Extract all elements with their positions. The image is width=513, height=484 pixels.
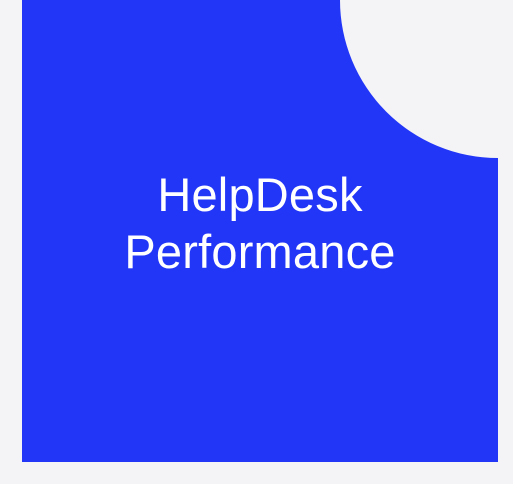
tile-title: HelpDesk Performance: [22, 166, 498, 280]
tile-title-line-2: Performance: [124, 225, 396, 278]
page: HelpDesk Performance: [0, 0, 513, 484]
tile-title-line-1: HelpDesk: [157, 168, 363, 221]
helpdesk-performance-tile[interactable]: HelpDesk Performance: [22, 0, 498, 462]
